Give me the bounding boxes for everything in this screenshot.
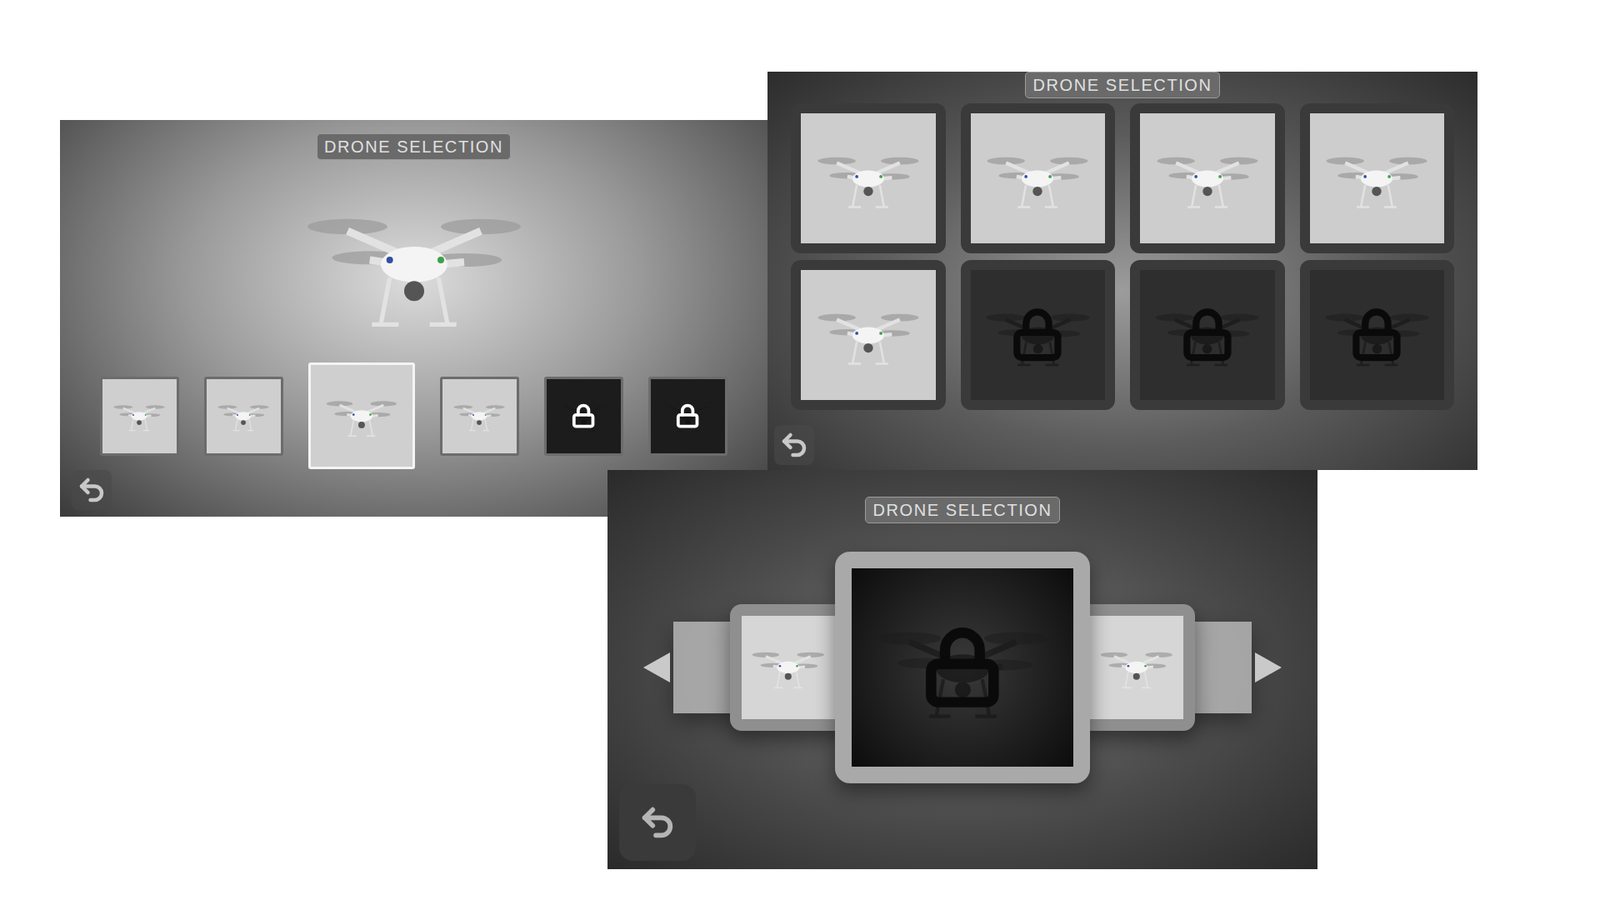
drone-selection-screen: DRONE SELECTION <box>60 120 768 517</box>
lock-icon <box>1179 307 1236 363</box>
back-arrow-icon <box>779 430 810 460</box>
back-button[interactable] <box>71 470 112 510</box>
drone-icon <box>815 127 921 230</box>
carousel-item[interactable] <box>730 604 847 731</box>
lock-icon <box>675 403 700 429</box>
drone-icon <box>325 379 399 453</box>
carousel-item[interactable] <box>1185 621 1252 714</box>
drone-thumbnail[interactable] <box>204 376 284 456</box>
left-arrow-icon <box>640 649 674 686</box>
lock-icon <box>1009 307 1066 363</box>
drone-thumbnail[interactable] <box>440 376 520 456</box>
drone-carousel <box>607 551 1318 784</box>
lock-icon <box>915 625 1010 710</box>
drone-icon <box>985 127 1090 230</box>
carousel-item[interactable] <box>1078 604 1195 731</box>
next-button[interactable] <box>1251 649 1285 686</box>
back-button[interactable] <box>774 425 815 465</box>
screen-title: DRONE SELECTION <box>1025 71 1220 99</box>
drone-thumbnail[interactable] <box>544 376 624 456</box>
drone-icon <box>1099 625 1175 709</box>
drone-preview <box>60 165 768 362</box>
screen-title: DRONE SELECTION <box>865 496 1060 524</box>
drone-card[interactable] <box>960 260 1116 410</box>
back-arrow-icon <box>638 803 677 842</box>
drone-selection-screen: DRONE SELECTION <box>607 470 1318 870</box>
drone-card[interactable] <box>960 103 1116 254</box>
drone-icon <box>301 180 527 347</box>
drone-thumbnail[interactable] <box>308 362 415 470</box>
lock-icon <box>570 403 596 429</box>
drone-card[interactable] <box>790 103 946 254</box>
drone-card[interactable] <box>1130 260 1285 410</box>
drone-selection-screen: DRONE SELECTION <box>767 71 1478 470</box>
carousel-item[interactable] <box>835 551 1090 784</box>
drone-icon <box>112 389 166 443</box>
drone-card[interactable] <box>1300 103 1455 254</box>
back-arrow-icon <box>76 475 107 505</box>
drone-thumbnail[interactable] <box>648 376 728 456</box>
drone-icon <box>452 389 506 443</box>
previous-button[interactable] <box>640 649 674 686</box>
drone-icon <box>1155 127 1260 230</box>
drone-card[interactable] <box>790 260 946 410</box>
drone-icon <box>1324 127 1430 230</box>
drone-icon <box>815 284 921 386</box>
drone-thumbnail[interactable] <box>100 376 180 456</box>
drone-card[interactable] <box>1300 260 1455 410</box>
drone-icon <box>216 389 270 443</box>
drone-grid <box>767 103 1478 410</box>
drone-card[interactable] <box>1130 103 1285 254</box>
back-button[interactable] <box>619 784 696 861</box>
drone-strip <box>60 361 768 470</box>
screen-title: DRONE SELECTION <box>316 133 511 160</box>
right-arrow-icon <box>1251 649 1285 686</box>
lock-icon <box>1348 307 1405 363</box>
drone-icon <box>750 625 826 709</box>
